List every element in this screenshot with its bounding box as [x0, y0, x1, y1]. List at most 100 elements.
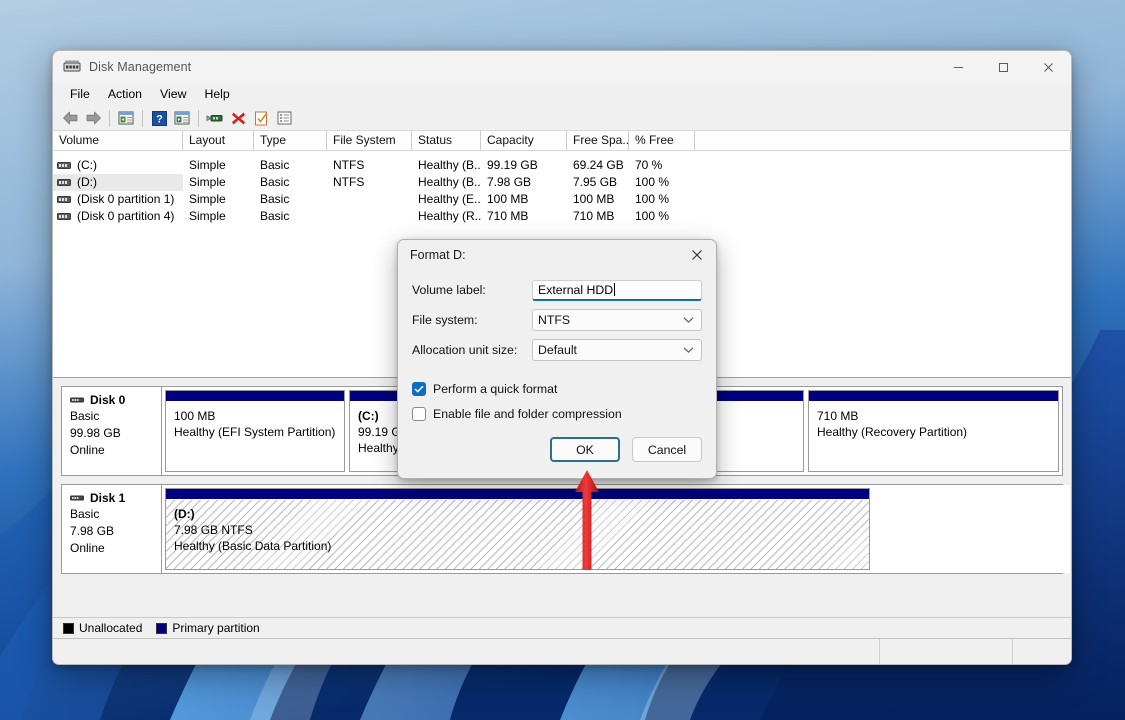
quick-format-checkbox[interactable] — [412, 382, 426, 396]
column-header-type[interactable]: Type — [254, 131, 327, 150]
cell-capacity: 100 MB — [487, 192, 529, 206]
toolbar-separator — [142, 109, 143, 127]
partition-d[interactable]: (D:) 7.98 GB NTFS Healthy (Basic Data Pa… — [165, 488, 870, 570]
partition-details: 710 MB Healthy (Recovery Partition) — [809, 402, 1058, 471]
cell-free-space: 100 MB — [573, 192, 615, 206]
show-hide-action-pane-icon[interactable] — [171, 107, 193, 129]
cell-layout: Simple — [189, 192, 226, 206]
cell-free-space: 69.24 GB — [573, 158, 624, 172]
disk-1-partitions: (D:) 7.98 GB NTFS Healthy (Basic Data Pa… — [162, 485, 1070, 573]
table-row[interactable]: (D:) Simple Basic NTFS Healthy (B... 7.9… — [53, 174, 1071, 191]
dialog-close-button[interactable] — [678, 240, 716, 270]
legend-item-primary: Primary partition — [156, 621, 260, 635]
statusbar — [53, 638, 1071, 664]
drive-icon — [57, 196, 71, 203]
menu-help[interactable]: Help — [195, 85, 238, 104]
column-header-file-system[interactable]: File System — [327, 131, 412, 150]
cell-layout: Simple — [189, 209, 226, 223]
partition-recovery[interactable]: 710 MB Healthy (Recovery Partition) — [808, 390, 1059, 472]
partition-details: (D:) 7.98 GB NTFS Healthy (Basic Data Pa… — [166, 500, 869, 569]
cell-volume: (C:) — [53, 157, 183, 174]
file-system-select[interactable]: NTFS — [532, 309, 702, 331]
close-button[interactable] — [1026, 51, 1071, 83]
forward-arrow-icon[interactable] — [82, 107, 104, 129]
text-caret — [614, 283, 616, 296]
column-header-filler — [695, 131, 1071, 150]
column-header-capacity[interactable]: Capacity — [481, 131, 567, 150]
compression-checkbox[interactable] — [412, 407, 426, 421]
disk-info-disk-0: Disk 0 Basic 99.98 GB Online — [62, 387, 162, 475]
column-header-pct-free[interactable]: % Free — [629, 131, 695, 150]
partition-efi[interactable]: 100 MB Healthy (EFI System Partition) — [165, 390, 345, 472]
partition-size: 710 MB — [817, 409, 859, 423]
cell-volume-text: (Disk 0 partition 4) — [77, 209, 175, 223]
maximize-button[interactable] — [981, 51, 1026, 83]
legend-swatch-unallocated — [63, 622, 74, 634]
partition-status: Healthy (EFI System Partition) — [174, 425, 336, 439]
column-header-status[interactable]: Status — [412, 131, 481, 150]
partition-size: 100 MB — [174, 409, 216, 423]
statusbar-segment-2 — [880, 639, 1013, 664]
cell-layout: Simple — [189, 175, 226, 189]
partition-label: (D:) — [174, 507, 195, 521]
disk-name: Disk 0 — [90, 393, 126, 407]
minimize-button[interactable] — [936, 51, 981, 83]
dialog-buttons: OK Cancel — [550, 437, 702, 462]
all-tasks-icon[interactable] — [273, 107, 295, 129]
partition-status: Healthy (Basic Data Partition) — [174, 539, 332, 553]
ok-button[interactable]: OK — [550, 437, 620, 462]
chevron-down-icon — [683, 317, 694, 323]
table-row[interactable]: (Disk 0 partition 4) Simple Basic Health… — [53, 208, 1071, 225]
disk-state: Online — [70, 443, 105, 457]
legend-item-unallocated: Unallocated — [63, 621, 142, 635]
cell-volume: (Disk 0 partition 4) — [53, 208, 183, 225]
disk-name: Disk 1 — [90, 491, 126, 505]
allocation-unit-size-value: Default — [538, 343, 577, 357]
label-file-system: File system: — [412, 313, 478, 327]
back-arrow-icon[interactable] — [59, 107, 81, 129]
column-header-free-space[interactable]: Free Spa... — [567, 131, 629, 150]
checkmark-icon — [414, 385, 424, 393]
rescan-disks-icon[interactable] — [250, 107, 272, 129]
table-row[interactable]: (Disk 0 partition 1) Simple Basic Health… — [53, 191, 1071, 208]
partition-status: Healthy (Recovery Partition) — [817, 425, 968, 439]
field-row-volume-label: Volume label: External HDD — [412, 276, 702, 304]
table-row[interactable]: (C:) Simple Basic NTFS Healthy (B... 99.… — [53, 157, 1071, 174]
partition-color-bar — [166, 391, 344, 402]
statusbar-segment-main — [53, 639, 880, 664]
window-title: Disk Management — [89, 60, 192, 74]
disk-management-icon — [63, 60, 81, 72]
help-icon[interactable]: ? — [148, 107, 170, 129]
menu-view[interactable]: View — [151, 85, 195, 104]
toolbar-separator — [198, 109, 199, 127]
menu-action[interactable]: Action — [99, 85, 151, 104]
column-header-layout[interactable]: Layout — [183, 131, 254, 150]
svg-text:?: ? — [156, 113, 163, 125]
delete-icon[interactable] — [227, 107, 249, 129]
field-row-file-system: File system: NTFS — [412, 306, 702, 334]
properties-icon[interactable] — [204, 107, 226, 129]
drive-icon — [57, 179, 71, 186]
cell-type: Basic — [260, 209, 290, 223]
partition-fs: NTFS — [221, 523, 253, 537]
legend-label-primary: Primary partition — [172, 621, 260, 635]
field-row-allocation-unit-size: Allocation unit size: Default — [412, 336, 702, 364]
partition-color-bar — [166, 489, 869, 500]
column-header-volume[interactable]: Volume — [53, 131, 183, 150]
checkbox-row-compression[interactable]: Enable file and folder compression — [412, 404, 702, 424]
disk-row-disk-1[interactable]: Disk 1 Basic 7.98 GB Online (D:) 7.98 GB… — [61, 484, 1070, 574]
disk-size: 7.98 GB — [70, 524, 115, 538]
disk-info-disk-1: Disk 1 Basic 7.98 GB Online — [62, 485, 162, 573]
allocation-unit-size-select[interactable]: Default — [532, 339, 702, 361]
cancel-button[interactable]: Cancel — [632, 437, 702, 462]
volume-label-input[interactable]: External HDD — [532, 279, 702, 301]
format-dialog: Format D: Volume label: External HDD Fil… — [397, 239, 717, 479]
cell-status: Healthy (R... — [418, 209, 481, 223]
drive-icon — [57, 213, 71, 220]
legend-label-unallocated: Unallocated — [79, 621, 143, 635]
checkbox-row-quick-format[interactable]: Perform a quick format — [412, 379, 702, 399]
menu-file[interactable]: File — [61, 85, 99, 104]
cell-status: Healthy (E... — [418, 192, 481, 206]
show-hide-console-tree-icon[interactable] — [115, 107, 137, 129]
